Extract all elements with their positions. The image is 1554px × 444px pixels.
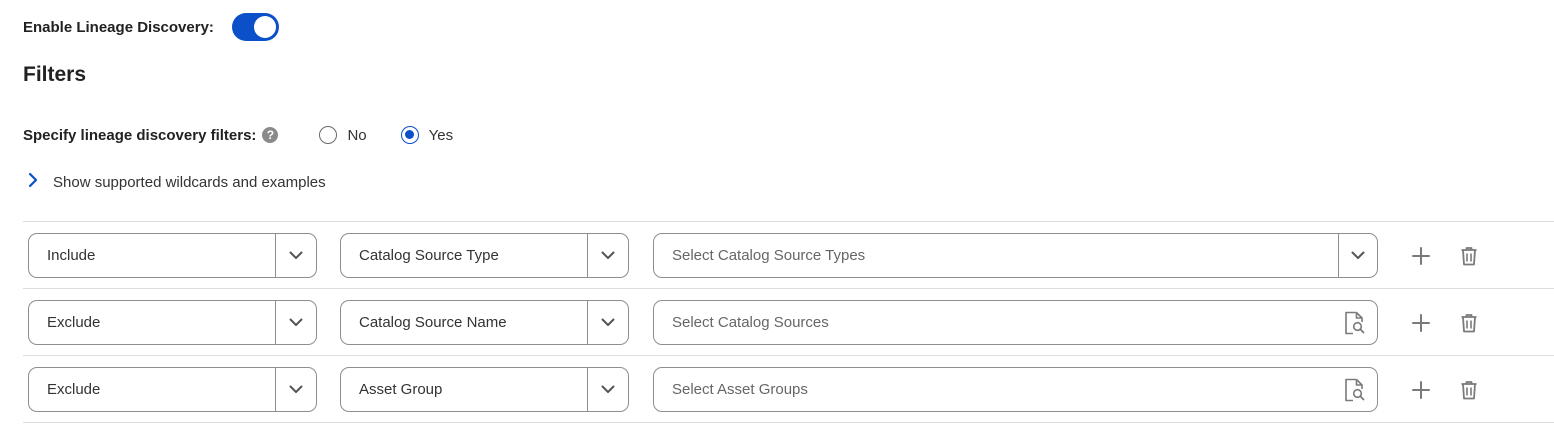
trash-icon[interactable] xyxy=(1456,243,1482,269)
filter-row: Exclude Asset Group Select Asset Groups xyxy=(23,356,1554,423)
search-document-icon[interactable] xyxy=(1343,301,1365,344)
chevron-down-icon[interactable] xyxy=(589,301,627,344)
toggle-knob xyxy=(253,16,276,38)
asset-groups-placeholder: Select Asset Groups xyxy=(672,381,808,398)
filter-type-value: Asset Group xyxy=(359,381,443,398)
asset-groups-input[interactable]: Select Asset Groups xyxy=(653,367,1378,412)
specify-filters-label: Specify lineage discovery filters: xyxy=(23,126,257,144)
filter-row: Exclude Catalog Source Name Select Catal… xyxy=(23,289,1554,356)
radio-no[interactable] xyxy=(319,126,338,144)
trash-icon[interactable] xyxy=(1456,310,1482,336)
catalog-source-types-select[interactable]: Select Catalog Source Types xyxy=(653,233,1378,278)
filter-mode-select[interactable]: Exclude xyxy=(28,300,317,345)
enable-lineage-toggle[interactable] xyxy=(231,13,279,41)
radio-option-no[interactable]: No xyxy=(319,126,367,144)
row-actions xyxy=(1408,367,1482,412)
filter-mode-value: Exclude xyxy=(47,381,101,398)
select-divider xyxy=(587,234,588,277)
row-actions xyxy=(1408,233,1482,278)
catalog-sources-placeholder: Select Catalog Sources xyxy=(672,314,829,331)
radio-yes[interactable] xyxy=(400,126,419,144)
help-icon[interactable]: ? xyxy=(262,127,279,143)
enable-lineage-row: Enable Lineage Discovery: xyxy=(23,12,279,42)
chevron-down-icon[interactable] xyxy=(277,234,315,277)
filter-mode-value: Exclude xyxy=(47,314,101,331)
show-wildcards-label: Show supported wildcards and examples xyxy=(53,173,326,191)
select-divider xyxy=(275,234,276,277)
filter-type-value: Catalog Source Name xyxy=(359,314,507,331)
catalog-sources-input[interactable]: Select Catalog Sources xyxy=(653,300,1378,345)
chevron-down-icon[interactable] xyxy=(589,234,627,277)
specify-filters-row: Specify lineage discovery filters: ? No … xyxy=(23,122,487,148)
row-actions xyxy=(1408,300,1482,345)
show-wildcards-toggle[interactable]: Show supported wildcards and examples xyxy=(27,170,326,194)
add-icon[interactable] xyxy=(1408,377,1434,403)
add-icon[interactable] xyxy=(1408,310,1434,336)
add-icon[interactable] xyxy=(1408,243,1434,269)
catalog-source-types-placeholder: Select Catalog Source Types xyxy=(672,247,866,264)
filters-heading: Filters xyxy=(23,63,87,86)
search-document-icon[interactable] xyxy=(1343,368,1365,411)
chevron-down-icon[interactable] xyxy=(589,368,627,411)
radio-no-label: No xyxy=(347,126,367,144)
radio-option-yes[interactable]: Yes xyxy=(400,126,454,144)
specify-filters-radio-group: No Yes xyxy=(319,126,487,144)
chevron-down-icon[interactable] xyxy=(277,368,315,411)
trash-icon[interactable] xyxy=(1456,377,1482,403)
select-divider xyxy=(587,368,588,411)
select-divider xyxy=(587,301,588,344)
filter-mode-select[interactable]: Exclude xyxy=(28,367,317,412)
filter-type-select[interactable]: Catalog Source Name xyxy=(340,300,629,345)
select-divider xyxy=(275,301,276,344)
filter-mode-value: Include xyxy=(47,247,96,264)
filter-type-value: Catalog Source Type xyxy=(359,247,499,264)
chevron-down-icon[interactable] xyxy=(277,301,315,344)
filter-row: Include Catalog Source Type Select Catal… xyxy=(23,222,1554,289)
filter-rows: Include Catalog Source Type Select Catal… xyxy=(23,221,1554,423)
filter-type-select[interactable]: Asset Group xyxy=(340,367,629,412)
filter-mode-select[interactable]: Include xyxy=(28,233,317,278)
radio-yes-label: Yes xyxy=(428,126,454,144)
filter-type-select[interactable]: Catalog Source Type xyxy=(340,233,629,278)
chevron-right-icon xyxy=(27,172,39,193)
select-divider xyxy=(275,368,276,411)
enable-lineage-label: Enable Lineage Discovery: xyxy=(23,18,214,36)
chevron-down-icon[interactable] xyxy=(1339,234,1377,277)
